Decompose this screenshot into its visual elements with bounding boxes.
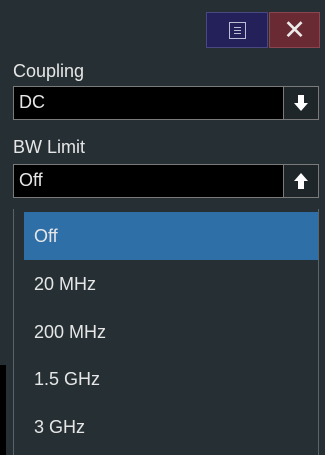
coupling-select[interactable]: DC: [13, 86, 319, 120]
coupling-dropdown-button[interactable]: [283, 87, 318, 119]
arrow-down-icon: [294, 95, 308, 111]
option-off[interactable]: Off: [24, 212, 318, 260]
option-20mhz[interactable]: 20 MHz: [24, 260, 318, 308]
bw-limit-dropdown-button[interactable]: [283, 165, 318, 197]
settings-panel: ✕ Coupling DC BW Limit Off Off 20 MHz 20…: [0, 0, 325, 455]
coupling-value: DC: [19, 92, 45, 112]
option-3ghz[interactable]: 3 GHz: [24, 403, 318, 451]
bw-limit-select[interactable]: Off: [13, 164, 319, 198]
close-icon: ✕: [283, 14, 306, 46]
bw-limit-options-list: Off 20 MHz 200 MHz 1.5 GHz 3 GHz: [13, 209, 319, 455]
coupling-label: Coupling: [13, 61, 85, 81]
option-200mhz[interactable]: 200 MHz: [24, 308, 318, 356]
menu-button[interactable]: [206, 12, 268, 48]
bw-limit-label: BW Limit: [13, 137, 85, 157]
menu-icon: [228, 21, 246, 39]
option-1-5ghz[interactable]: 1.5 GHz: [24, 355, 318, 403]
close-button[interactable]: ✕: [269, 12, 320, 48]
panel-edge: [0, 365, 6, 455]
arrow-up-icon: [294, 173, 308, 189]
bw-limit-value: Off: [19, 170, 43, 190]
